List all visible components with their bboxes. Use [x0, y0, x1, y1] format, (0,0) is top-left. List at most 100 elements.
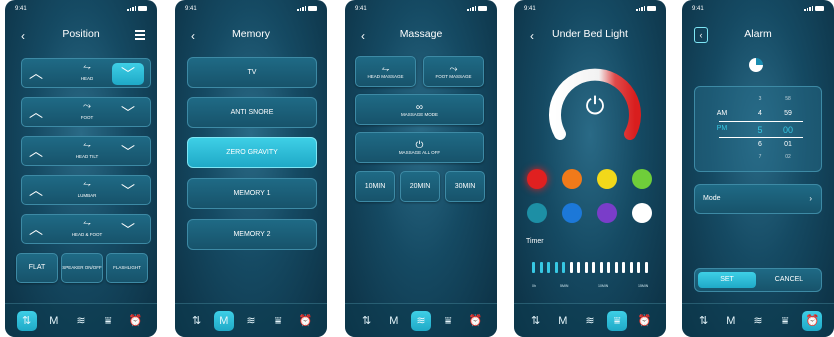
nav-memory-icon[interactable]: M	[213, 310, 234, 331]
duration-30-button[interactable]: 30MIN	[445, 171, 485, 202]
memory-1-button[interactable]: MEMORY 1	[187, 178, 317, 209]
time-picker[interactable]: AM PM 3 4 5 6 7 58 59 00 01 02	[694, 86, 822, 172]
back-icon[interactable]: ‹	[187, 29, 199, 43]
timer-tick[interactable]	[554, 262, 558, 273]
ampm-am[interactable]: AM	[713, 110, 731, 117]
timer-tick[interactable]	[592, 262, 595, 273]
nav-massage-icon[interactable]: ≋	[410, 310, 431, 331]
color-green-swatch[interactable]	[632, 169, 652, 189]
head-tilt-down-button[interactable]: ﹀	[112, 141, 144, 163]
memory-tv-button[interactable]: TV	[187, 57, 317, 88]
head-up-button[interactable]: ︿	[28, 65, 44, 81]
nav-light-icon[interactable]: ⩸	[607, 310, 628, 331]
minute-option[interactable]: 01	[779, 141, 797, 148]
timer-tick[interactable]	[539, 262, 543, 273]
nav-memory-icon[interactable]: M	[553, 311, 573, 331]
massage-mode-button[interactable]: ∞ MASSAGE MODE	[355, 94, 484, 125]
timer-tick[interactable]	[607, 262, 610, 273]
hour-option[interactable]: 7	[751, 154, 769, 160]
flashlight-button[interactable]: FLASHLIGHT	[106, 253, 148, 283]
color-yellow-swatch[interactable]	[597, 169, 617, 189]
timer-tick[interactable]	[622, 262, 625, 273]
nav-position-icon[interactable]: ⇅	[526, 311, 546, 331]
nav-alarm-icon[interactable]: ⏰	[125, 311, 145, 331]
timer-tick[interactable]	[547, 262, 550, 273]
speaker-button[interactable]: SPEAKER ON/OFF	[61, 253, 103, 283]
massage-all-off-button[interactable]: ⏻ MASSAGE ALL OFF	[355, 132, 484, 163]
timer-tick[interactable]	[532, 262, 535, 273]
color-blue-swatch[interactable]	[562, 203, 582, 223]
hour-option[interactable]: 3	[751, 96, 769, 102]
foot-down-button[interactable]: ﹀	[112, 102, 144, 124]
timer-tick[interactable]	[584, 262, 588, 273]
hour-option[interactable]: 4	[751, 110, 769, 117]
color-teal-swatch[interactable]	[527, 203, 547, 223]
nav-light-icon[interactable]: ⩸	[438, 311, 458, 331]
nav-memory-icon[interactable]: M	[44, 311, 64, 331]
timer-tick[interactable]	[577, 262, 580, 273]
color-purple-swatch[interactable]	[597, 203, 617, 223]
duration-10-button[interactable]: 10MIN	[355, 171, 395, 202]
nav-alarm-icon[interactable]: ⏰	[465, 311, 485, 331]
nav-light-icon[interactable]: ⩸	[98, 311, 118, 331]
minute-selected[interactable]: 00	[779, 125, 797, 135]
lumbar-down-button[interactable]: ﹀	[112, 180, 144, 202]
back-icon[interactable]: ‹	[357, 29, 369, 43]
color-red-swatch[interactable]	[527, 169, 547, 189]
timer-tick[interactable]	[614, 262, 618, 273]
nav-light-icon[interactable]: ⩸	[775, 311, 795, 331]
back-icon[interactable]: ‹	[17, 29, 29, 43]
timer-tick[interactable]	[637, 262, 640, 273]
ampm-pm[interactable]: PM	[713, 125, 731, 132]
nav-position-icon[interactable]: ⇅	[16, 310, 37, 331]
color-white-swatch[interactable]	[632, 203, 652, 223]
signal-battery-icon	[804, 6, 824, 11]
nav-position-icon[interactable]: ⇅	[357, 311, 377, 331]
nav-position-icon[interactable]: ⇅	[187, 311, 207, 331]
nav-alarm-icon[interactable]: ⏰	[802, 310, 823, 331]
head-tilt-up-button[interactable]: ︿	[28, 143, 44, 159]
nav-memory-icon[interactable]: M	[384, 311, 404, 331]
back-icon[interactable]: ‹	[526, 29, 538, 43]
nav-light-icon[interactable]: ⩸	[268, 311, 288, 331]
head-foot-down-button[interactable]: ﹀	[112, 219, 144, 241]
menu-icon[interactable]	[135, 30, 145, 42]
minute-option[interactable]: 58	[779, 96, 797, 102]
timer-tick[interactable]	[644, 262, 648, 273]
timer-tick[interactable]	[629, 262, 633, 273]
head-massage-button[interactable]: ⥊ HEAD MASSAGE	[355, 56, 416, 87]
nav-massage-icon[interactable]: ≋	[748, 311, 768, 331]
nav-memory-icon[interactable]: M	[721, 311, 741, 331]
foot-up-button[interactable]: ︿	[28, 104, 44, 120]
timer-tick[interactable]	[569, 262, 573, 273]
nav-alarm-icon[interactable]: ⏰	[634, 311, 654, 331]
memory-anti-snore-button[interactable]: ANTI SNORE	[187, 97, 317, 128]
lumbar-up-button[interactable]: ︿	[28, 182, 44, 198]
nav-massage-icon[interactable]: ≋	[71, 311, 91, 331]
nav-position-icon[interactable]: ⇅	[694, 311, 714, 331]
timer-tick[interactable]	[562, 262, 565, 273]
cancel-button[interactable]: CANCEL	[760, 272, 818, 288]
page-title: Under Bed Light	[552, 28, 628, 40]
flat-button[interactable]: FLAT	[16, 253, 58, 283]
duration-20-button[interactable]: 20MIN	[400, 171, 440, 202]
set-button[interactable]: SET	[698, 272, 756, 288]
light-power-icon[interactable]: ⏻	[578, 90, 612, 124]
timer-tick[interactable]	[599, 262, 603, 273]
hour-selected[interactable]: 5	[751, 125, 769, 135]
mode-row[interactable]: Mode ›	[694, 184, 822, 214]
page-header: ‹ Memory	[175, 28, 327, 44]
head-foot-up-button[interactable]: ︿	[28, 221, 44, 237]
nav-massage-icon[interactable]: ≋	[241, 311, 261, 331]
minute-option[interactable]: 02	[779, 154, 797, 160]
color-orange-swatch[interactable]	[562, 169, 582, 189]
nav-alarm-icon[interactable]: ⏰	[295, 311, 315, 331]
memory-zero-gravity-button[interactable]: ZERO GRAVITY	[187, 137, 317, 168]
nav-massage-icon[interactable]: ≋	[580, 311, 600, 331]
memory-2-button[interactable]: MEMORY 2	[187, 219, 317, 250]
minute-option[interactable]: 59	[779, 110, 797, 117]
timer-tick-label: 5MIN	[560, 284, 569, 288]
foot-massage-button[interactable]: ⤳ FOOT MASSAGE	[423, 56, 484, 87]
hour-option[interactable]: 6	[751, 141, 769, 148]
head-down-button[interactable]: ﹀	[112, 63, 144, 85]
